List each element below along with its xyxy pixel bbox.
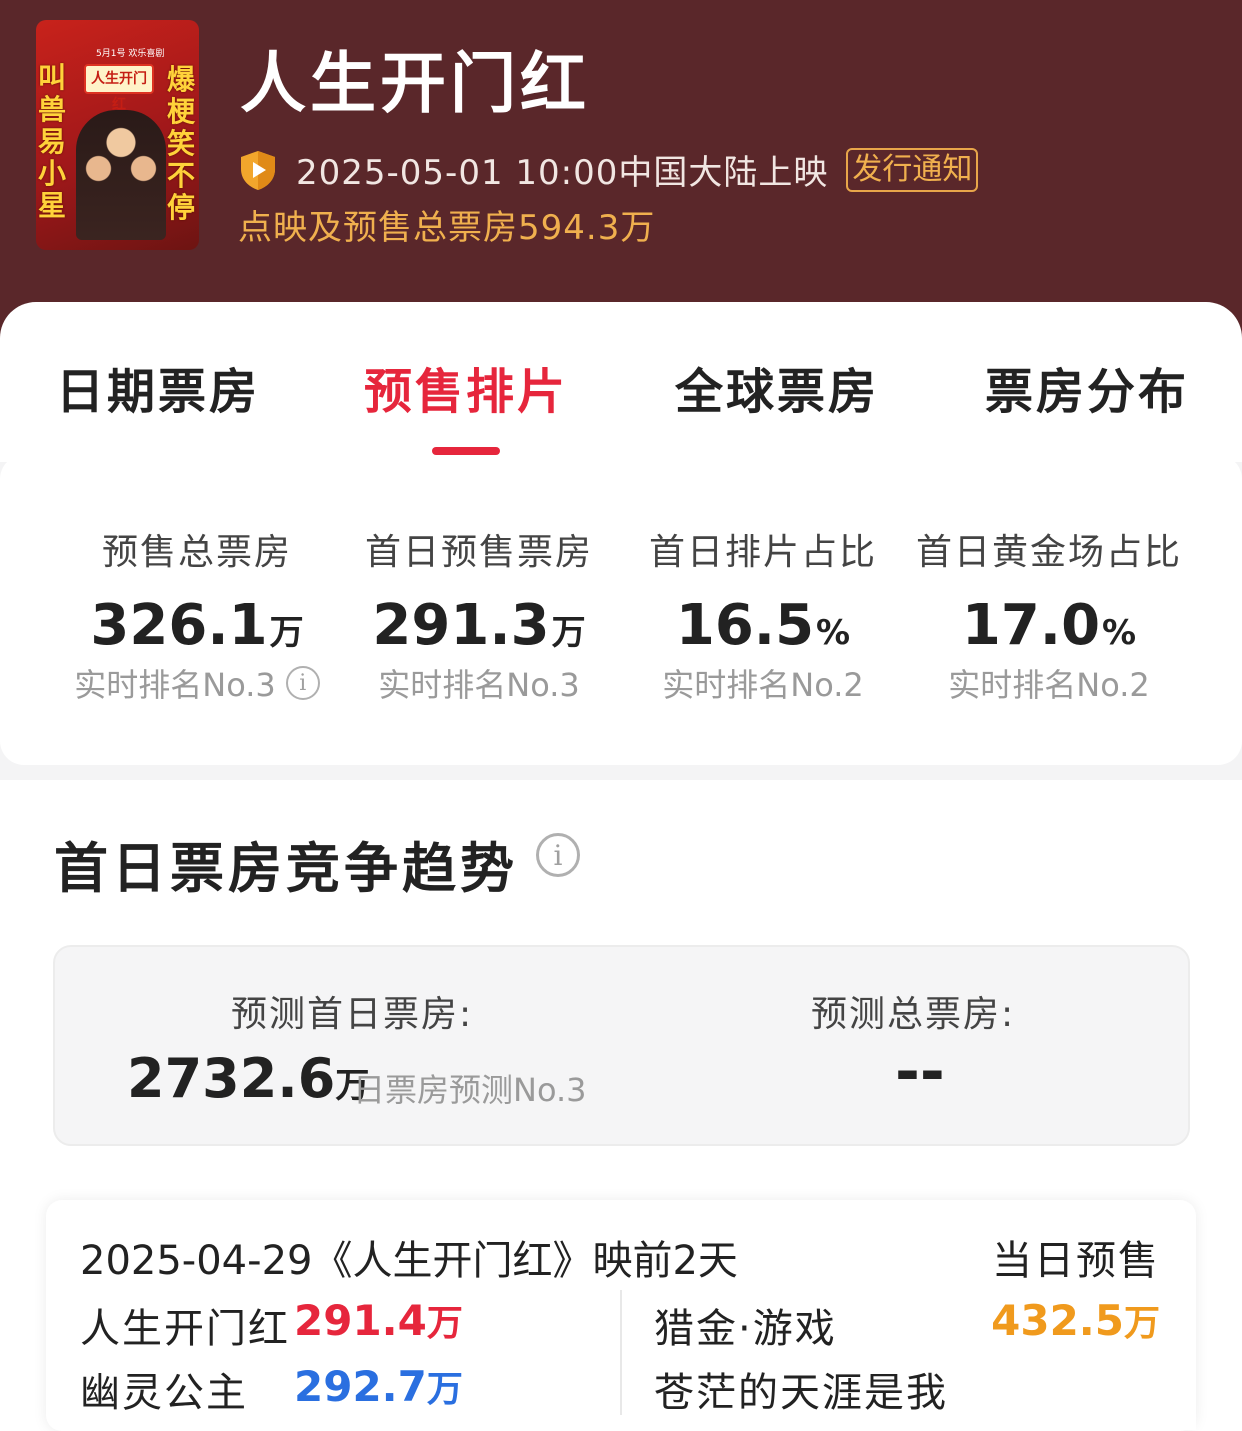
presale-stats-card: 预售总票房 326.1万 实时排名No.3 i 首日预售票房 291.3万 实时排… (0, 455, 1242, 765)
poster-title: 人生开门红 (84, 64, 154, 113)
stat-first-day-golden-ratio[interactable]: 首日黄金场占比 17.0% 实时排名No.2 (910, 523, 1188, 706)
section-title: 首日票房竞争趋势 (54, 837, 518, 900)
stat-rank: 实时排名No.2 (662, 666, 864, 704)
forecast-box: 预测首日票房: 2732.6万 日票房预测No.3 预测总票房: -- (53, 945, 1190, 1146)
poster-cast-image (76, 110, 166, 240)
tab-box-office-distribution[interactable]: 票房分布 (985, 352, 1189, 422)
compare-date-line: 2025-04-29《人生开门红》映前2天 (80, 1238, 738, 1284)
compare-movie-value: 292.7万 (294, 1362, 463, 1411)
presale-compare-card[interactable]: 2025-04-29《人生开门红》映前2天 当日预售 人生开门红 291.4万 … (46, 1200, 1196, 1431)
movie-poster[interactable]: 5月1号 欢乐喜剧 人生开门红 叫兽易小星 爆梗笑不停 (36, 20, 199, 250)
compare-movie-name: 苍茫的天涯是我 (654, 1370, 948, 1416)
shield-play-icon (241, 150, 275, 190)
tab-bar: 日期票房 预售排片 全球票房 票房分布 (0, 302, 1242, 462)
stat-first-day-presale[interactable]: 首日预售票房 291.3万 实时排名No.3 (358, 523, 600, 706)
forecast-first-day-label: 预测首日票房: (231, 994, 474, 1035)
forecast-first-day-value: 2732.6万 (127, 1047, 370, 1110)
stat-presale-total[interactable]: 预售总票房 326.1万 实时排名No.3 i (66, 523, 328, 706)
tab-global-box-office[interactable]: 全球票房 (675, 352, 879, 422)
poster-small-text: 5月1号 欢乐喜剧 (96, 49, 165, 59)
stat-value: 291.3万 (372, 593, 586, 658)
watermark-fade (956, 1350, 1196, 1430)
compare-movie-name: 人生开门红 (80, 1306, 290, 1352)
stat-value: 17.0% (961, 593, 1137, 658)
presale-total-text: 点映及预售总票房594.3万 (238, 208, 656, 248)
release-date: 2025-05-01 10:00中国大陆上映 (296, 153, 829, 193)
forecast-total-label: 预测总票房: (811, 994, 1016, 1035)
info-icon[interactable]: i (536, 833, 580, 877)
stat-first-day-schedule-ratio[interactable]: 首日排片占比 16.5% 实时排名No.2 (642, 523, 884, 706)
poster-right-text: 爆梗笑不停 (167, 63, 196, 224)
stat-rank: 实时排名No.2 (948, 666, 1150, 704)
stat-label: 预售总票房 (101, 532, 292, 573)
stat-value: 326.1万 (90, 593, 304, 658)
divider (620, 1290, 622, 1415)
tab-presale-schedule[interactable]: 预售排片 (364, 352, 568, 422)
stat-value: 16.5% (675, 593, 851, 658)
stat-label: 首日黄金场占比 (915, 532, 1182, 573)
stat-label: 首日排片占比 (648, 532, 877, 573)
release-notice-tag[interactable]: 发行通知 (846, 147, 979, 192)
stat-rank: 实时排名No.3 i (66, 660, 328, 706)
compare-movie-value: 291.4万 (294, 1296, 463, 1345)
compare-movie-value: 432.5万 (991, 1296, 1160, 1345)
forecast-first-day-rank: 日票房预测No.3 (353, 1071, 587, 1109)
tab-daily-box-office[interactable]: 日期票房 (56, 352, 260, 422)
compare-type: 当日预售 (992, 1238, 1160, 1284)
stat-rank: 实时排名No.3 (378, 666, 580, 704)
release-row: 2025-05-01 10:00中国大陆上映 发行通知 (238, 145, 979, 194)
first-day-trend-section: 首日票房竞争趋势 i 预测首日票房: 2732.6万 日票房预测No.3 预测总… (0, 780, 1242, 1431)
info-icon[interactable]: i (285, 666, 320, 700)
movie-title: 人生开门红 (240, 45, 590, 122)
forecast-total-value: -- (895, 1037, 945, 1107)
stat-label: 首日预售票房 (364, 532, 593, 573)
compare-movie-name: 幽灵公主 (80, 1370, 248, 1416)
compare-movie-name: 猎金·游戏 (654, 1306, 837, 1352)
active-tab-indicator (432, 447, 500, 455)
poster-left-text: 叫兽易小星 (38, 61, 67, 222)
